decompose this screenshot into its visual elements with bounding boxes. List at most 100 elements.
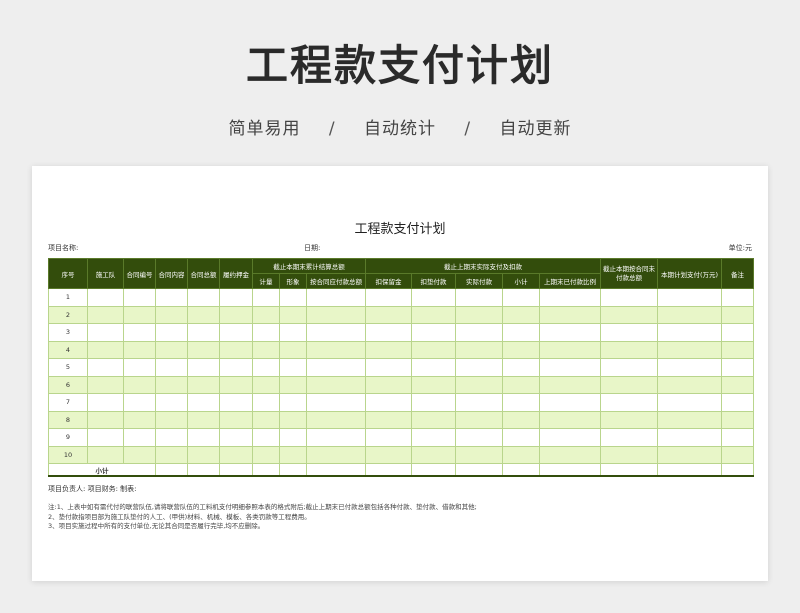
table-cell[interactable] [305,305,367,324]
table-cell[interactable] [279,340,307,359]
table-cell[interactable] [657,375,723,394]
table-cell[interactable] [219,358,253,377]
table-cell[interactable] [123,428,156,447]
table-cell[interactable] [721,375,755,394]
table-cell[interactable] [721,323,755,342]
table-cell[interactable] [155,358,188,377]
table-cell[interactable] [539,340,602,359]
row-seq-cell[interactable]: 9 [48,428,88,447]
table-cell[interactable] [600,410,659,429]
table-cell[interactable] [455,288,504,307]
table-cell[interactable] [279,393,307,412]
table-cell[interactable] [600,445,659,464]
table-cell[interactable] [279,288,307,307]
table-cell[interactable] [365,410,413,429]
table-cell[interactable] [539,445,602,464]
row-seq-cell[interactable]: 8 [48,410,88,429]
table-cell[interactable] [600,375,659,394]
row-seq-cell[interactable]: 1 [48,288,88,307]
table-cell[interactable] [721,410,755,429]
table-cell[interactable] [411,393,457,412]
table-cell[interactable] [279,305,307,324]
table-cell[interactable] [252,445,280,464]
table-cell[interactable] [539,428,602,447]
row-seq-cell[interactable]: 6 [48,375,88,394]
table-cell[interactable] [365,358,413,377]
table-cell[interactable] [252,393,280,412]
table-cell[interactable] [219,305,253,324]
table-cell[interactable] [539,305,602,324]
table-cell[interactable] [455,375,504,394]
table-cell[interactable] [411,410,457,429]
table-cell[interactable] [600,323,659,342]
table-cell[interactable] [539,323,602,342]
subtotal-cell[interactable] [252,463,280,477]
table-cell[interactable] [219,445,253,464]
table-cell[interactable] [219,340,253,359]
table-cell[interactable] [455,393,504,412]
table-cell[interactable] [411,288,457,307]
table-cell[interactable] [123,410,156,429]
table-cell[interactable] [279,375,307,394]
table-cell[interactable] [252,305,280,324]
table-cell[interactable] [87,305,124,324]
table-cell[interactable] [455,358,504,377]
table-cell[interactable] [155,428,188,447]
subtotal-cell[interactable] [219,463,253,477]
table-cell[interactable] [87,358,124,377]
table-cell[interactable] [279,410,307,429]
table-cell[interactable] [411,375,457,394]
table-cell[interactable] [365,445,413,464]
table-cell[interactable] [600,305,659,324]
table-cell[interactable] [279,323,307,342]
table-cell[interactable] [455,410,504,429]
table-cell[interactable] [279,358,307,377]
table-cell[interactable] [155,375,188,394]
table-cell[interactable] [252,288,280,307]
table-cell[interactable] [539,358,602,377]
table-cell[interactable] [87,323,124,342]
table-cell[interactable] [87,410,124,429]
table-cell[interactable] [155,323,188,342]
table-cell[interactable] [155,305,188,324]
table-cell[interactable] [657,445,723,464]
table-cell[interactable] [187,445,220,464]
table-cell[interactable] [87,428,124,447]
subtotal-cell[interactable] [455,463,504,477]
table-cell[interactable] [600,393,659,412]
row-seq-cell[interactable]: 2 [48,305,88,324]
table-cell[interactable] [219,393,253,412]
subtotal-cell[interactable] [502,463,541,477]
table-cell[interactable] [279,445,307,464]
subtotal-cell[interactable] [600,463,659,477]
table-cell[interactable] [123,305,156,324]
table-cell[interactable] [502,305,541,324]
table-cell[interactable] [365,340,413,359]
table-cell[interactable] [502,410,541,429]
subtotal-cell[interactable] [305,463,367,477]
table-cell[interactable] [411,358,457,377]
row-seq-cell[interactable]: 3 [48,323,88,342]
subtotal-cell[interactable] [187,463,220,477]
table-cell[interactable] [721,358,755,377]
table-cell[interactable] [123,323,156,342]
table-cell[interactable] [219,288,253,307]
table-cell[interactable] [600,288,659,307]
table-cell[interactable] [455,428,504,447]
table-cell[interactable] [123,340,156,359]
table-cell[interactable] [657,393,723,412]
table-cell[interactable] [187,410,220,429]
table-cell[interactable] [455,445,504,464]
table-cell[interactable] [365,375,413,394]
table-cell[interactable] [187,428,220,447]
table-cell[interactable] [87,288,124,307]
table-cell[interactable] [305,445,367,464]
table-cell[interactable] [721,340,755,359]
subtotal-cell[interactable] [657,463,723,477]
row-seq-cell[interactable]: 10 [48,445,88,464]
table-cell[interactable] [411,340,457,359]
table-cell[interactable] [539,288,602,307]
table-cell[interactable] [87,445,124,464]
table-cell[interactable] [155,393,188,412]
table-cell[interactable] [187,375,220,394]
